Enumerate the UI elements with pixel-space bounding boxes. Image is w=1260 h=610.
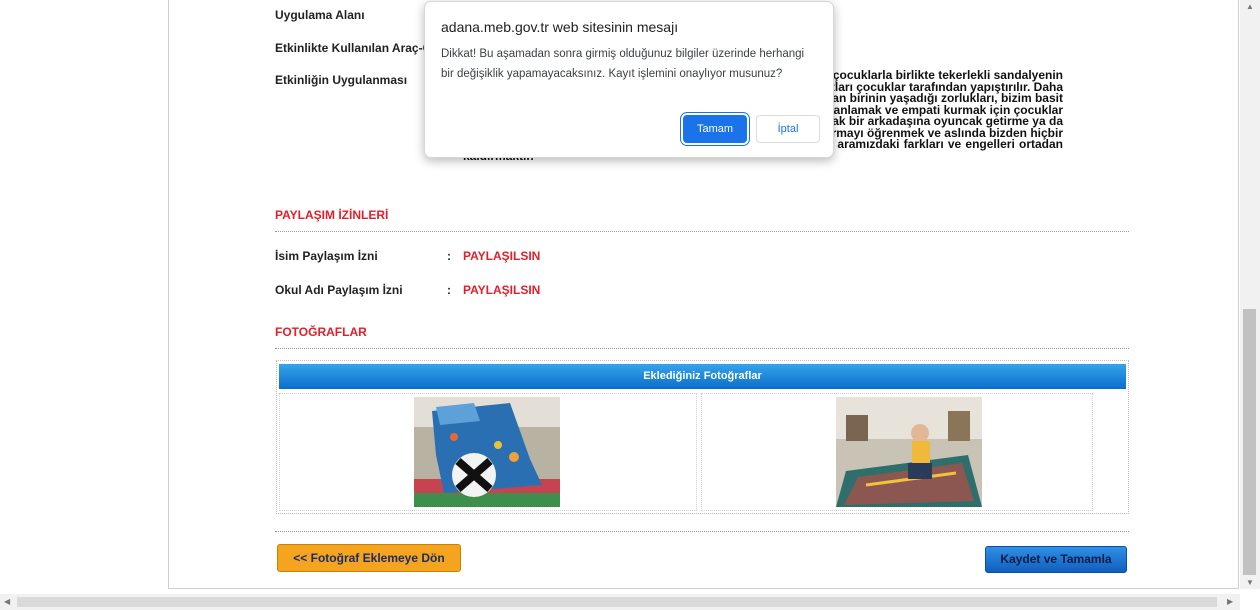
photo-child[interactable] bbox=[836, 397, 982, 507]
photo-wheelchair-image bbox=[414, 397, 560, 507]
okul-paylasim-value: PAYLAŞILSIN bbox=[463, 283, 541, 297]
colon: : bbox=[447, 283, 451, 297]
divider bbox=[275, 231, 1129, 232]
divider bbox=[275, 531, 1129, 532]
colon: : bbox=[447, 249, 451, 263]
save-and-complete-button[interactable]: Kaydet ve Tamamla bbox=[985, 546, 1127, 573]
photos-table: Eklediğiniz Fotoğraflar bbox=[276, 360, 1129, 514]
photos-title: FOTOĞRAFLAR bbox=[275, 325, 367, 339]
dialog-message: Dikkat! Bu aşamadan sonra girmiş olduğun… bbox=[441, 48, 805, 80]
okul-paylasim-label: Okul Adı Paylaşım İzni bbox=[275, 283, 403, 297]
uygulama-alani-label: Uygulama Alanı bbox=[275, 8, 365, 22]
scroll-up-icon[interactable]: ▲ bbox=[1246, 2, 1254, 11]
photos-header: Eklediğiniz Fotoğraflar bbox=[279, 364, 1126, 389]
confirm-dialog: adana.meb.gov.tr web sitesinin mesajı Di… bbox=[424, 1, 834, 158]
back-to-photos-button[interactable]: << Fotoğraf Eklemeye Dön bbox=[277, 544, 461, 572]
horizontal-scroll-thumb[interactable] bbox=[17, 597, 1217, 607]
horizontal-scrollbar[interactable]: ◀ ▶ bbox=[0, 594, 1240, 610]
ok-button[interactable]: Tamam bbox=[683, 115, 747, 143]
permissions-title: PAYLAŞIM İZİNLERİ bbox=[275, 208, 389, 222]
dialog-title: adana.meb.gov.tr web sitesinin mesajı bbox=[441, 19, 679, 35]
divider bbox=[275, 348, 1129, 349]
photo-cell bbox=[701, 393, 1093, 511]
scroll-down-icon[interactable]: ▼ bbox=[1246, 578, 1254, 587]
scroll-right-icon[interactable]: ▶ bbox=[1227, 597, 1233, 606]
photo-child-image bbox=[836, 397, 982, 507]
uygulanmasi-label: Etkinliğin Uygulanması bbox=[275, 73, 408, 87]
vertical-scroll-thumb[interactable] bbox=[1243, 309, 1256, 575]
photo-cell bbox=[279, 393, 697, 511]
vertical-scrollbar[interactable]: ▲ ▼ bbox=[1240, 0, 1260, 589]
isim-paylasim-label: İsim Paylaşım İzni bbox=[275, 249, 378, 263]
cancel-button[interactable]: İptal bbox=[756, 115, 820, 143]
scroll-left-icon[interactable]: ◀ bbox=[4, 597, 10, 606]
kullanilan-arac-label: Etkinlikte Kullanılan Araç-Ger bbox=[275, 41, 444, 55]
isim-paylasim-value: PAYLAŞILSIN bbox=[463, 249, 541, 263]
photo-wheelchair[interactable] bbox=[414, 397, 560, 507]
